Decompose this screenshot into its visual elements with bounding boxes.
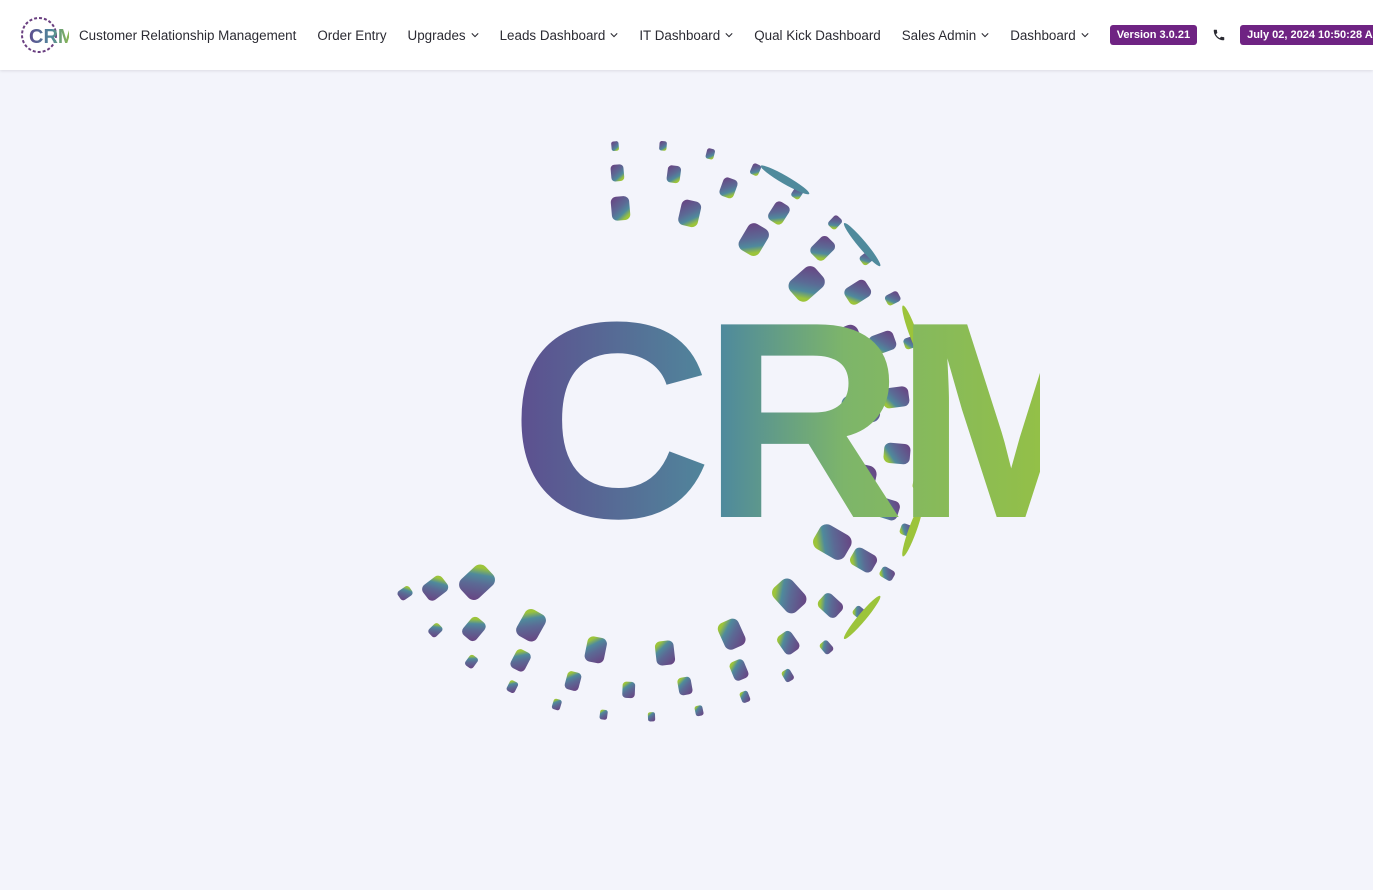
sphere-tile [694, 705, 704, 717]
sphere-tile [462, 616, 486, 642]
sphere-tile [659, 141, 667, 151]
sphere-arc [760, 165, 810, 195]
nav-item-label: Sales Admin [901, 27, 977, 43]
nav-item-label: IT Dashboard [639, 27, 721, 43]
sphere-tile [459, 564, 495, 600]
sphere-tile [654, 640, 676, 666]
sphere-tile [599, 709, 608, 720]
sphere-arc [843, 595, 881, 640]
sphere-tile [719, 177, 738, 199]
nav-item-sales-admin[interactable]: Sales Admin [902, 28, 989, 43]
datetime-badge: July 02, 2024 10:50:28 AM [1240, 25, 1373, 45]
hero-crm-text: CRM [510, 265, 1040, 577]
sphere-tile [729, 659, 749, 681]
nav-item-order-entry[interactable]: Order Entry [317, 28, 386, 43]
sphere-tile [828, 215, 842, 230]
sphere-tile [397, 586, 413, 601]
sphere-tile [428, 623, 443, 638]
sphere-tile [739, 690, 751, 703]
sphere-tile [666, 165, 682, 184]
sphere-tile [564, 671, 582, 691]
nav-item-upgrades[interactable]: Upgrades [408, 28, 479, 43]
sphere-tile [516, 609, 546, 642]
main-content: CRM [0, 71, 1373, 890]
sphere-tile [817, 593, 844, 618]
sphere-tile [819, 640, 834, 655]
sphere-tile [584, 636, 607, 664]
sphere-tile [465, 654, 478, 669]
sphere-tile [510, 649, 531, 672]
sphere-tile [422, 575, 449, 601]
phone-icon[interactable] [1212, 28, 1226, 42]
chevron-down-icon [471, 31, 479, 39]
sphere-tile [781, 668, 794, 683]
nav-item-label: Qual Kick Dashboard [754, 27, 881, 43]
nav-item-leads-dashboard[interactable]: Leads Dashboard [500, 28, 619, 43]
nav-item-label: Dashboard [1010, 27, 1076, 43]
sphere-tile [717, 618, 746, 650]
sphere-tile [810, 235, 836, 261]
main-nav: Customer Relationship Management Order En… [79, 0, 1110, 70]
sphere-tile [750, 163, 762, 176]
sphere-tile [678, 199, 702, 228]
sphere-tile [772, 578, 807, 614]
sphere-tile [768, 201, 790, 225]
sphere-tile [705, 148, 715, 160]
nav-item-label: Order Entry [317, 27, 387, 43]
sphere-tile [506, 680, 519, 693]
sphere-tile [677, 676, 693, 696]
sphere-tile [611, 141, 619, 151]
nav-item-customer-relationship-management[interactable]: Customer Relationship Management [79, 28, 296, 43]
crm-hero-logo: CRM [397, 141, 1040, 722]
chevron-down-icon [981, 31, 989, 39]
crm-logo-icon: CRM [21, 17, 69, 53]
sphere-tile [777, 630, 800, 655]
nav-item-label: Upgrades [407, 27, 466, 43]
sphere-tile [738, 223, 769, 256]
nav-item-it-dashboard[interactable]: IT Dashboard [639, 28, 733, 43]
nav-item-qual-kick-dashboard[interactable]: Qual Kick Dashboard [754, 28, 881, 43]
top-navbar: CRM Customer Relationship Management Orde… [0, 0, 1373, 70]
nav-item-dashboard[interactable]: Dashboard [1010, 28, 1089, 43]
svg-text:CRM: CRM [29, 26, 69, 48]
version-badge: Version 3.0.21 [1109, 25, 1198, 45]
chevron-down-icon [610, 31, 618, 39]
sphere-tile [610, 164, 625, 182]
sphere-tile [610, 196, 631, 221]
sphere-tile [647, 712, 656, 722]
brand-logo[interactable]: CRM [19, 15, 69, 55]
nav-item-label: Customer Relationship Management [79, 27, 297, 43]
chevron-down-icon [1081, 31, 1089, 39]
sphere-tile [551, 698, 562, 711]
nav-item-label: Leads Dashboard [499, 27, 606, 43]
chevron-down-icon [725, 31, 733, 39]
sphere-tile [622, 681, 636, 699]
